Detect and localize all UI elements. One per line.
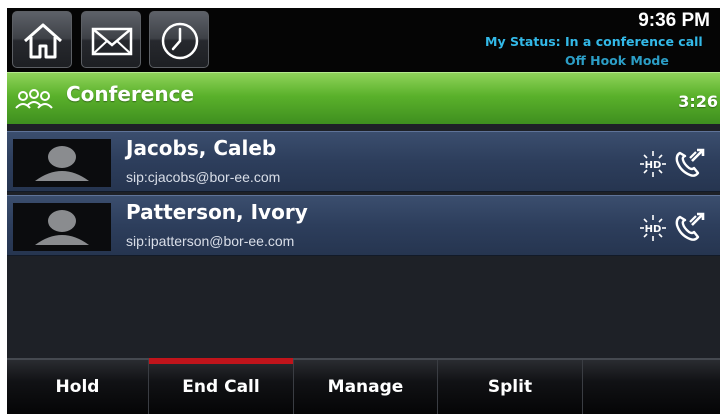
avatar-placeholder-icon (35, 210, 89, 245)
conference-people-icon (15, 89, 53, 109)
participant-sip: sip:cjacobs@bor-ee.com (126, 169, 281, 185)
my-status-text: My Status: In a conference call (485, 34, 703, 49)
avatar (13, 139, 111, 187)
end-call-softkey[interactable]: End Call (149, 358, 294, 414)
hd-label: HD (645, 224, 662, 235)
hd-label: HD (645, 160, 662, 171)
call-timer: 3:26 (678, 92, 718, 111)
mail-icon (91, 27, 133, 56)
messages-button[interactable] (81, 11, 141, 68)
empty-softkey[interactable] (583, 360, 720, 414)
participant-sip: sip:ipatterson@bor-ee.com (126, 233, 295, 249)
call-active-icon (675, 148, 705, 177)
home-icon (24, 23, 62, 59)
home-button[interactable] (12, 11, 72, 68)
conference-title: Conference (66, 82, 195, 106)
participant-name: Jacobs, Caleb (126, 136, 277, 160)
status-bar: 9:36 PM My Status: In a conference call … (7, 8, 720, 72)
hd-voice-icon: HD (640, 151, 666, 177)
avatar-placeholder-icon (35, 146, 89, 181)
participant-name: Patterson, Ivory (126, 200, 308, 224)
clock-icon (161, 22, 199, 60)
avatar (13, 203, 111, 251)
split-softkey[interactable]: Split (438, 360, 583, 414)
participant-row[interactable]: Jacobs, Caleb sip:cjacobs@bor-ee.com HD (7, 131, 720, 192)
manage-softkey[interactable]: Manage (294, 360, 438, 414)
call-active-icon (675, 212, 705, 241)
my-status-ticker: My Status: In a conference call Off Hook… (485, 34, 720, 68)
softkey-bar: Hold End Call Manage Split (7, 358, 720, 414)
participant-row[interactable]: Patterson, Ivory sip:ipatterson@bor-ee.c… (7, 195, 720, 256)
conference-header: Conference 3:26 (7, 72, 720, 124)
hd-voice-icon: HD (640, 215, 666, 241)
my-status-sub-text: Off Hook Mode (565, 53, 669, 68)
clock-time: 9:36 PM (638, 10, 710, 31)
phone-screen: 9:36 PM My Status: In a conference call … (7, 8, 720, 414)
recent-calls-button[interactable] (149, 11, 209, 68)
hold-softkey[interactable]: Hold (7, 360, 149, 414)
